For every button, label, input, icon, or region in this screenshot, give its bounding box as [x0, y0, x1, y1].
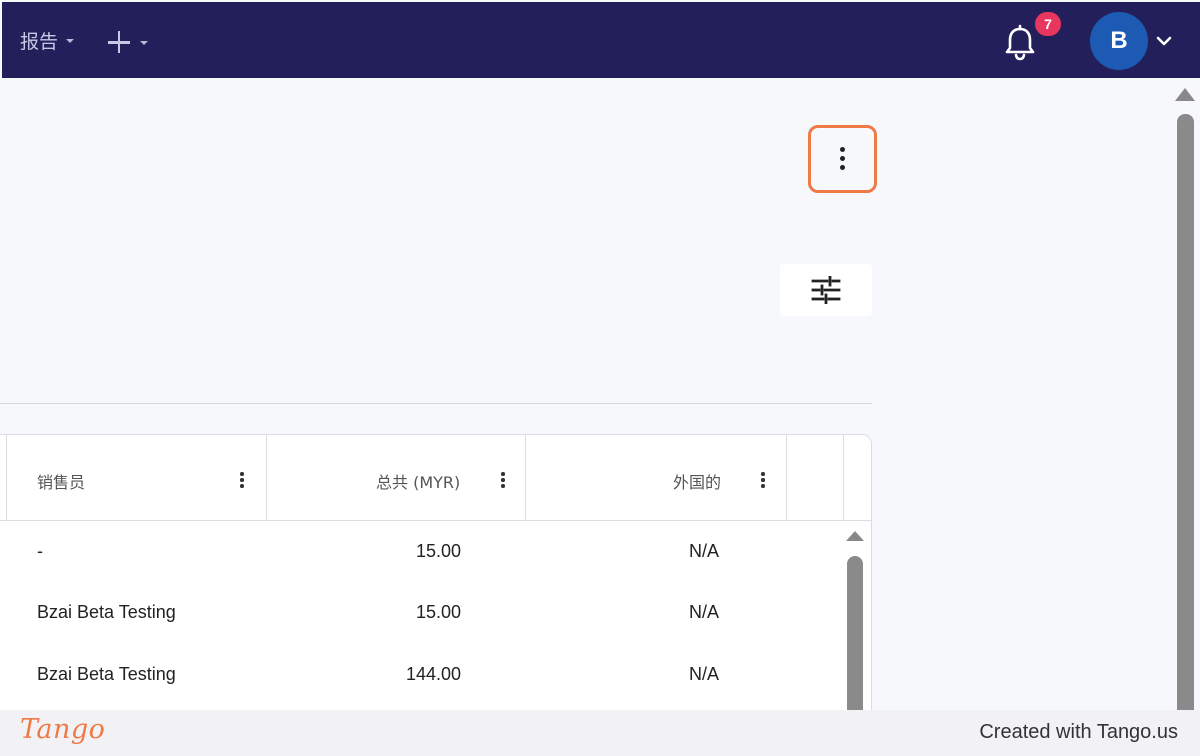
sliders-icon	[811, 276, 841, 304]
column-separator	[525, 435, 526, 521]
foreign-cell: N/A	[688, 664, 719, 684]
caret-down-icon	[140, 41, 148, 45]
tango-logo: Tango	[20, 714, 106, 745]
chevron-down-icon	[1156, 36, 1172, 46]
foreign-cell: N/A	[688, 602, 719, 622]
account-menu-toggle[interactable]	[1154, 32, 1174, 50]
column-menu-icon[interactable]	[761, 472, 765, 490]
bell-icon	[1005, 24, 1035, 61]
column-menu-icon[interactable]	[501, 472, 505, 490]
plus-icon	[106, 29, 132, 55]
reports-menu-label: 报告	[20, 30, 59, 53]
user-avatar[interactable]: B	[1090, 12, 1148, 70]
create-new-menu[interactable]	[106, 26, 148, 58]
column-menu-icon[interactable]	[240, 472, 244, 490]
sales-table: 销售员 总共 (MYR) 外国的 - 15.00 N/A Bzai Beta T…	[0, 434, 872, 734]
table-scroll-up-arrow[interactable]	[846, 531, 864, 541]
column-header-total[interactable]: 总共 (MYR)	[376, 469, 460, 493]
table-header: 销售员 总共 (MYR) 外国的	[0, 435, 871, 521]
foreign-cell: N/A	[688, 541, 719, 561]
column-header-salesperson[interactable]: 销售员	[37, 469, 85, 493]
salesperson-cell: Bzai Beta Testing	[37, 602, 176, 622]
salesperson-cell: -	[37, 541, 43, 561]
column-separator	[266, 435, 267, 521]
more-options-button[interactable]	[808, 125, 877, 193]
column-separator	[843, 435, 844, 521]
tango-footer: Tango Created with Tango.us	[0, 710, 1200, 756]
table-scrollbar-thumb[interactable]	[847, 556, 863, 733]
created-with-credit: Created with Tango.us	[979, 721, 1178, 743]
section-divider	[0, 403, 872, 404]
column-separator	[6, 435, 7, 521]
vertical-dots-icon	[840, 147, 845, 174]
column-separator	[786, 435, 787, 521]
page-scroll-up-arrow[interactable]	[1175, 88, 1195, 101]
notifications-button[interactable]	[1002, 24, 1038, 62]
page-scrollbar-thumb[interactable]	[1177, 114, 1194, 724]
filter-settings-button[interactable]	[780, 264, 872, 316]
total-cell: 144.00	[405, 664, 461, 684]
notification-count-badge: 7	[1035, 12, 1061, 36]
total-cell: 15.00	[415, 541, 461, 561]
salesperson-cell: Bzai Beta Testing	[37, 664, 176, 684]
top-navigation-bar: 报告 7 B	[2, 2, 1200, 78]
caret-down-icon	[66, 39, 75, 43]
column-header-foreign[interactable]: 外国的	[673, 469, 721, 493]
total-cell: 15.00	[415, 602, 461, 622]
reports-menu[interactable]: 报告	[20, 26, 75, 54]
